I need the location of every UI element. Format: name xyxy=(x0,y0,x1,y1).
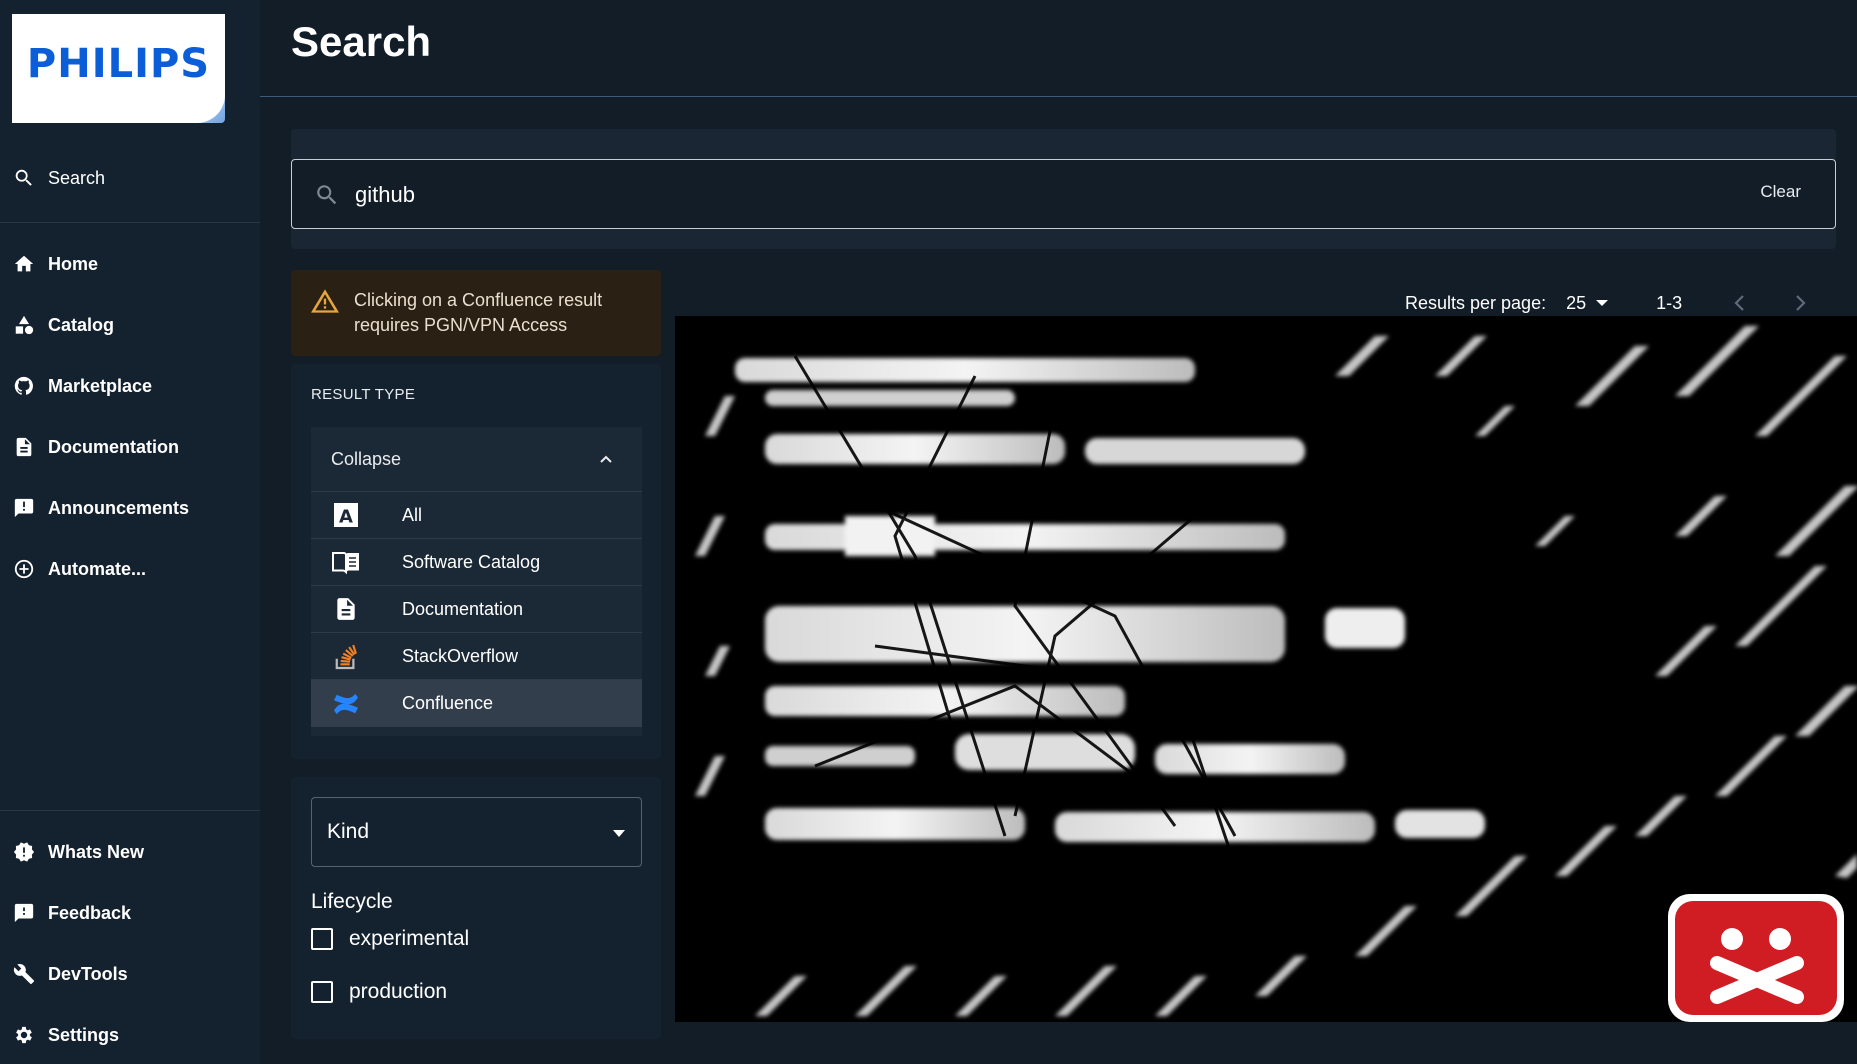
result-type-confluence[interactable]: Confluence xyxy=(311,680,642,727)
gear-icon xyxy=(12,1023,36,1047)
lifecycle-option-production[interactable]: production xyxy=(311,976,447,1008)
sidebar-item-label: Whats New xyxy=(48,841,145,862)
search-bar: Clear xyxy=(291,159,1836,229)
result-type-label: Confluence xyxy=(402,693,494,713)
document-icon xyxy=(331,594,361,624)
results-per-page-value: 25 xyxy=(1566,292,1587,313)
result-type-all[interactable]: A All xyxy=(311,492,642,539)
sidebar-item-label: DevTools xyxy=(48,963,128,984)
result-type-software-catalog[interactable]: Software Catalog xyxy=(311,539,642,586)
sidebar-item-label: Catalog xyxy=(48,314,115,335)
result-type-heading: RESULT TYPE xyxy=(311,386,416,403)
philips-logo[interactable]: PHILIPS xyxy=(12,14,225,123)
vpn-warning-notice: Clicking on a Confluence result requires… xyxy=(291,270,661,356)
announcement-icon xyxy=(12,496,36,520)
checkbox[interactable] xyxy=(311,981,333,1003)
sidebar-item-whats-new[interactable]: Whats New xyxy=(0,828,260,876)
sidebar-item-label: Search xyxy=(48,167,106,188)
clear-button[interactable]: Clear xyxy=(1760,182,1801,202)
sidebar-item-announcements[interactable]: Announcements xyxy=(0,484,260,532)
result-type-label: Software Catalog xyxy=(402,551,541,572)
result-type-documentation[interactable]: Documentation xyxy=(311,586,642,633)
error-mascot-icon xyxy=(1668,894,1844,1022)
add-circle-icon xyxy=(12,557,36,581)
feedback-icon xyxy=(12,901,36,925)
lifecycle-option-experimental[interactable]: experimental xyxy=(311,923,469,955)
notice-text: Clicking on a Confluence result requires… xyxy=(354,290,603,335)
sidebar-divider xyxy=(0,222,260,223)
stackoverflow-icon xyxy=(331,641,361,671)
lifecycle-heading: Lifecycle xyxy=(311,890,393,913)
catalog-icon xyxy=(12,313,36,337)
result-type-list: Collapse A All Software Catalog Document… xyxy=(311,427,642,736)
collapse-toggle[interactable]: Collapse xyxy=(311,427,642,492)
sidebar: PHILIPS Search Home Catalog Marketplace … xyxy=(0,0,260,1064)
search-icon xyxy=(12,166,36,190)
checkbox-label: production xyxy=(349,980,448,1003)
sidebar-item-automate[interactable]: Automate... xyxy=(0,545,260,593)
kind-select[interactable]: Kind xyxy=(311,797,642,867)
svg-text:A: A xyxy=(339,507,353,528)
chevron-right-icon xyxy=(1796,295,1806,311)
result-range: 1-3 xyxy=(1656,292,1683,313)
sidebar-item-label: Marketplace xyxy=(48,375,153,396)
sidebar-item-catalog[interactable]: Catalog xyxy=(0,301,260,349)
page-header: Search xyxy=(260,0,1857,97)
caret-down-icon xyxy=(613,830,625,837)
document-icon xyxy=(12,435,36,459)
previous-page-button[interactable] xyxy=(1726,290,1754,316)
collapse-label: Collapse xyxy=(331,448,402,469)
results-per-page-label: Results per page: xyxy=(1405,292,1547,313)
sidebar-item-label: Feedback xyxy=(48,902,132,923)
warning-icon xyxy=(311,288,339,314)
book-icon xyxy=(331,547,361,577)
caret-down-icon xyxy=(1596,300,1609,306)
badge-alert-icon xyxy=(12,840,36,864)
result-type-label: StackOverflow xyxy=(402,645,519,666)
sidebar-item-label: Settings xyxy=(48,1024,120,1045)
logo-text: PHILIPS xyxy=(26,40,211,87)
sidebar-item-search[interactable]: Search xyxy=(0,154,260,202)
confluence-icon xyxy=(331,689,361,719)
search-input[interactable] xyxy=(355,178,1655,212)
chevron-left-icon xyxy=(1734,295,1744,311)
next-page-button[interactable] xyxy=(1786,290,1814,316)
result-type-label: Documentation xyxy=(402,598,524,619)
sidebar-item-label: Announcements xyxy=(48,497,190,518)
letter-a-icon: A xyxy=(331,500,361,530)
home-icon xyxy=(12,252,36,276)
github-icon xyxy=(12,374,36,398)
result-type-label: All xyxy=(402,504,423,525)
sidebar-item-label: Documentation xyxy=(48,436,180,457)
sidebar-item-home[interactable]: Home xyxy=(0,240,260,288)
kind-label: Kind xyxy=(327,820,370,843)
checkbox-label: experimental xyxy=(349,927,470,950)
chevron-up-icon xyxy=(598,451,614,467)
sidebar-item-devtools[interactable]: DevTools xyxy=(0,950,260,998)
sidebar-item-label: Automate... xyxy=(48,558,147,579)
sidebar-divider xyxy=(0,810,260,811)
pagination-bar: Results per page: 25 1-3 xyxy=(1405,290,1846,316)
search-icon xyxy=(314,182,340,208)
result-type-stackoverflow[interactable]: StackOverflow xyxy=(311,633,642,680)
sidebar-item-label: Home xyxy=(48,253,99,274)
sidebar-item-documentation[interactable]: Documentation xyxy=(0,423,260,471)
page-title: Search xyxy=(291,18,432,65)
wrench-icon xyxy=(12,962,36,986)
results-per-page-select[interactable]: 25 xyxy=(1566,292,1609,314)
sidebar-item-feedback[interactable]: Feedback xyxy=(0,889,260,937)
checkbox[interactable] xyxy=(311,928,333,950)
sidebar-item-settings[interactable]: Settings xyxy=(0,1011,260,1059)
sidebar-item-marketplace[interactable]: Marketplace xyxy=(0,362,260,410)
